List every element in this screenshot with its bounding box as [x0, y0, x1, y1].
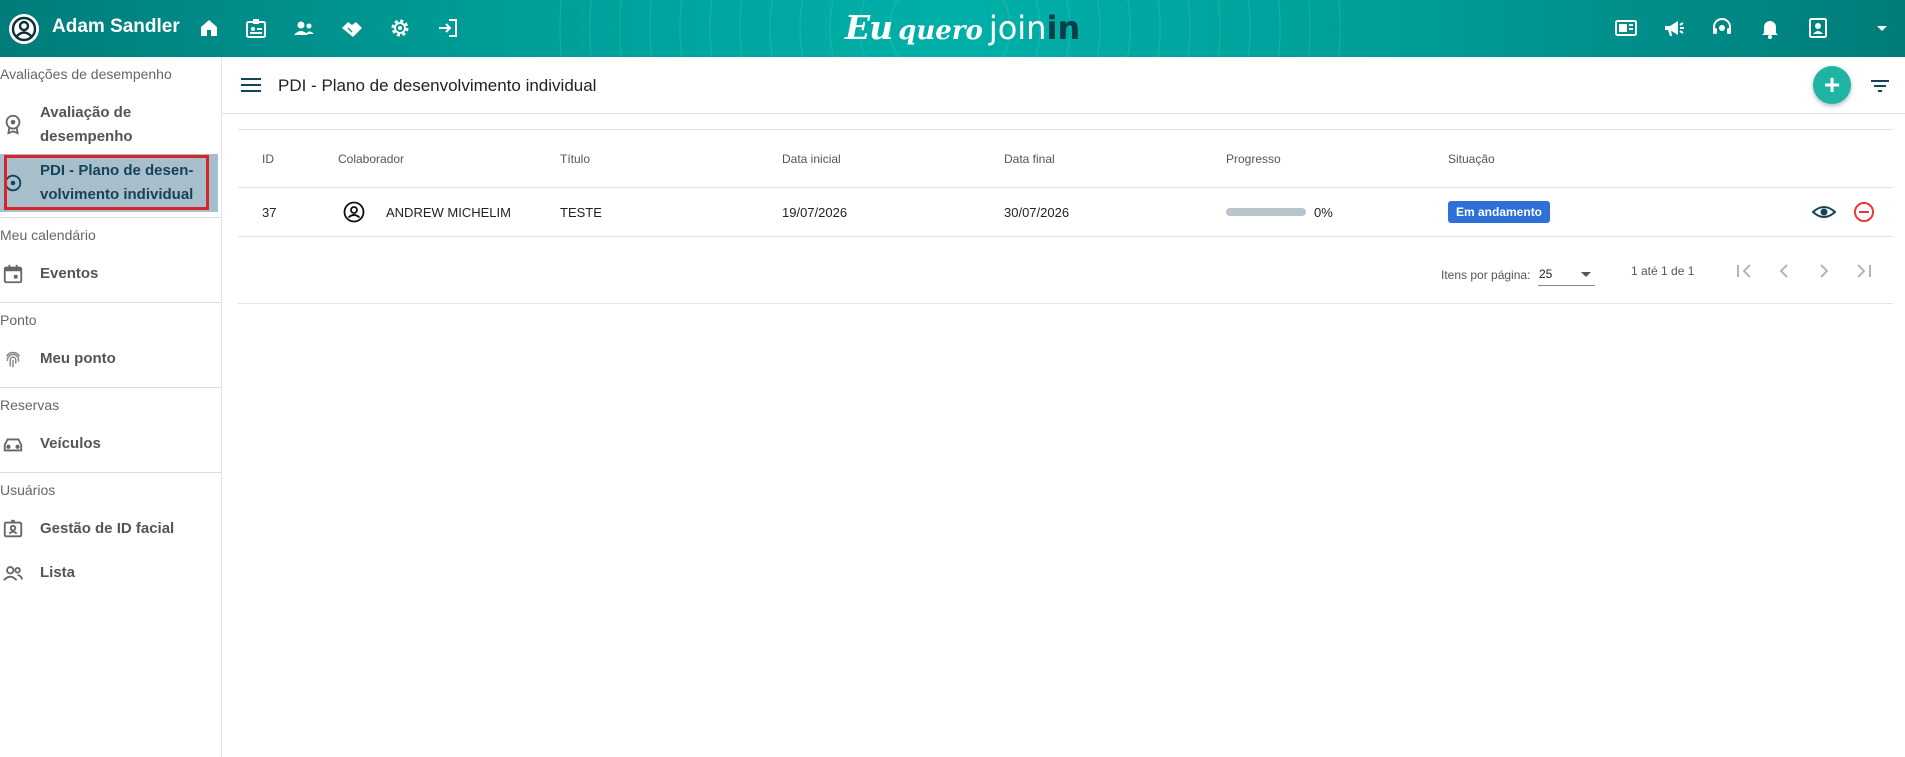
- gear-icon[interactable]: [388, 16, 412, 40]
- page-title: PDI - Plano de desenvolvimento individua…: [278, 76, 597, 95]
- sidebar-divider: [0, 472, 222, 473]
- sidebar-item-pdi[interactable]: PDI - Plano de desen- volvimento individ…: [0, 154, 218, 212]
- user-avatar-icon[interactable]: [8, 13, 40, 45]
- sidebar-divider: [0, 387, 222, 388]
- home-icon[interactable]: [197, 16, 221, 40]
- col-header-id[interactable]: ID: [262, 152, 274, 166]
- pagination-bottom-border: [238, 303, 1893, 304]
- last-page-icon[interactable]: [1851, 258, 1877, 284]
- view-icon[interactable]: [1812, 200, 1836, 224]
- sidebar-section-title: Ponto: [0, 312, 37, 328]
- people-icon[interactable]: [292, 16, 316, 40]
- sidebar-item-lista[interactable]: Lista: [0, 553, 218, 593]
- row-divider: [238, 236, 1893, 237]
- title-divider: [222, 113, 1905, 114]
- pagination-range: 1 até 1 de 1: [1631, 264, 1695, 278]
- face-id-icon: [2, 518, 24, 540]
- badge-icon[interactable]: [244, 16, 268, 40]
- sidebar-section-title: Usuários: [0, 482, 56, 498]
- login-icon[interactable]: [436, 16, 460, 40]
- table-top-border: [238, 129, 1893, 130]
- sidebar-item-label: Lista: [40, 564, 76, 581]
- sidebar-item-gestao-id-facial[interactable]: Gestão de ID facial: [0, 509, 218, 549]
- sidebar-item-avaliacao-desempenho[interactable]: Avaliação de desempenho: [0, 99, 218, 151]
- sidebar-item-label: desempenho: [40, 128, 133, 145]
- logo-text-join: join: [988, 9, 1047, 47]
- award-icon: [2, 113, 24, 135]
- progress-bar: [1226, 208, 1306, 216]
- handshake-icon[interactable]: [340, 16, 364, 40]
- items-per-page-label: Itens por página:: [1441, 268, 1531, 282]
- newspaper-icon[interactable]: [1614, 16, 1638, 40]
- logo-text-in: in: [1046, 9, 1081, 47]
- app-logo: Eu quero joinin: [845, 8, 1080, 50]
- sidebar-section-title: Avaliações de desempenho: [0, 66, 172, 82]
- person-avatar-icon: [343, 201, 365, 223]
- sidebar-item-label: Gestão de ID facial: [40, 520, 175, 537]
- sidebar-item-label: volvimento individual: [40, 186, 194, 203]
- first-page-icon[interactable]: [1731, 258, 1757, 284]
- support-agent-icon[interactable]: [1710, 16, 1734, 40]
- cell-progresso-label: 0%: [1314, 205, 1333, 220]
- fingerprint-icon: [2, 348, 24, 370]
- sidebar-item-label: PDI - Plano de desen-: [40, 162, 194, 179]
- sidebar-divider: [0, 302, 222, 303]
- logo-text-eu: Eu: [845, 8, 893, 47]
- logo-text-quero: quero: [898, 16, 983, 46]
- items-per-page-select[interactable]: 25: [1538, 264, 1595, 286]
- col-header-titulo[interactable]: Título: [560, 152, 590, 166]
- cell-colaborador: ANDREW MICHELIM: [386, 205, 511, 220]
- col-header-data-final[interactable]: Data final: [1004, 152, 1055, 166]
- cell-data-inicial: 19/07/2026: [782, 205, 848, 220]
- sidebar: Avaliações de desempenho Avaliação de de…: [0, 57, 222, 757]
- items-per-page-value: 25: [1539, 267, 1553, 281]
- cell-id: 37: [262, 205, 277, 220]
- header-row-divider: [238, 187, 1893, 188]
- sidebar-item-label: Avaliação de: [40, 104, 132, 121]
- group-icon: [2, 562, 24, 584]
- col-header-data-inicial[interactable]: Data inicial: [782, 152, 841, 166]
- next-page-icon[interactable]: [1811, 258, 1837, 284]
- chevron-down-icon: [1581, 272, 1591, 277]
- add-button[interactable]: +: [1813, 66, 1851, 104]
- menu-toggle-icon[interactable]: [240, 74, 262, 96]
- top-bar: Adam Sandler Eu quero joinin: [0, 0, 1905, 57]
- car-icon: [2, 433, 24, 455]
- remove-icon[interactable]: [1852, 200, 1876, 224]
- col-header-progresso[interactable]: Progresso: [1226, 152, 1281, 166]
- filter-icon[interactable]: [1868, 74, 1892, 98]
- sidebar-item-label: Veículos: [40, 435, 101, 452]
- previous-page-icon[interactable]: [1771, 258, 1797, 284]
- plus-icon: +: [1823, 69, 1841, 100]
- sidebar-item-eventos[interactable]: Eventos: [0, 254, 218, 294]
- sidebar-item-meu-ponto[interactable]: Meu ponto: [0, 339, 218, 379]
- calendar-icon: [2, 263, 24, 285]
- dropdown-caret-icon[interactable]: [1870, 16, 1894, 40]
- megaphone-icon[interactable]: [1662, 16, 1686, 40]
- sidebar-item-label: Eventos: [40, 265, 99, 282]
- target-icon: [2, 172, 24, 194]
- sidebar-section-title: Meu calendário: [0, 227, 96, 243]
- col-header-colaborador[interactable]: Colaborador: [338, 152, 404, 166]
- cell-titulo: TESTE: [560, 205, 602, 220]
- user-name[interactable]: Adam Sandler: [52, 16, 180, 38]
- status-badge: Em andamento: [1448, 201, 1551, 223]
- sidebar-item-label: Meu ponto: [40, 350, 116, 367]
- cell-data-final: 30/07/2026: [1004, 205, 1070, 220]
- contact-card-icon[interactable]: [1806, 16, 1830, 40]
- bell-icon[interactable]: [1758, 16, 1782, 40]
- sidebar-divider: [0, 217, 222, 218]
- sidebar-section-title: Reservas: [0, 397, 60, 413]
- sidebar-item-veiculos[interactable]: Veículos: [0, 424, 218, 464]
- col-header-situacao[interactable]: Situação: [1448, 152, 1495, 166]
